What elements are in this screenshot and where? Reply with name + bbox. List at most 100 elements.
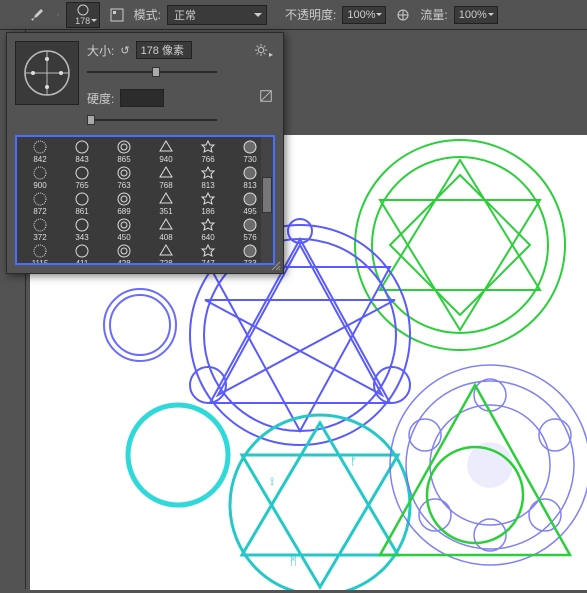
opacity-label: 不透明度: <box>285 6 336 23</box>
brush-thumb[interactable]: 940 <box>145 139 187 165</box>
brush-size-indicator: 178 <box>75 17 90 26</box>
resize-grip[interactable] <box>271 261 281 271</box>
brush-shape-icon <box>74 3 92 17</box>
brush-thumb-size: 428 <box>117 259 130 265</box>
size-slider[interactable] <box>87 65 217 79</box>
brush-thumb[interactable]: 411 <box>61 243 103 265</box>
separator: · <box>56 9 60 21</box>
brush-thumb[interactable]: 640 <box>187 217 229 243</box>
brush-thumb-size: 689 <box>117 207 130 217</box>
brush-thumb[interactable]: 186 <box>187 191 229 217</box>
scrollbar-thumb[interactable] <box>262 177 272 213</box>
hardness-label: 硬度: <box>87 90 114 107</box>
brush-thumb[interactable]: 768 <box>145 165 187 191</box>
brush-thumb[interactable]: 1115 <box>19 243 61 265</box>
brush-thumb-icon <box>114 217 134 233</box>
brush-tool-icon[interactable] <box>28 4 50 26</box>
brush-thumb-icon <box>114 191 134 207</box>
brush-thumb-icon <box>156 217 176 233</box>
options-bar: · 178 模式: 正常 不透明度: 100% 流量: 100% <box>0 0 587 30</box>
brush-thumb-icon <box>198 243 218 259</box>
brush-thumb[interactable]: 813 <box>187 165 229 191</box>
blend-mode-select[interactable]: 正常 <box>167 5 267 25</box>
blend-mode-value: 正常 <box>174 7 196 23</box>
opacity-input[interactable]: 100% <box>342 6 386 24</box>
flow-value: 100% <box>459 9 487 21</box>
brush-thumb[interactable]: 872 <box>19 191 61 217</box>
brush-thumb-icon <box>72 139 92 155</box>
brush-thumb-size: 186 <box>201 207 214 217</box>
opacity-value: 100% <box>347 9 375 21</box>
brush-thumb-size: 576 <box>243 233 256 243</box>
brush-thumb-icon <box>156 165 176 181</box>
pressure-opacity-icon[interactable] <box>392 4 414 26</box>
brush-thumb[interactable]: 861 <box>61 191 103 217</box>
brush-thumb-icon <box>30 217 50 233</box>
new-preset-icon[interactable] <box>259 89 273 106</box>
brush-thumb-size: 450 <box>117 233 130 243</box>
brush-thumb[interactable]: 842 <box>19 139 61 165</box>
size-value: 178 像素 <box>141 42 184 58</box>
brush-thumb[interactable]: 351 <box>145 191 187 217</box>
brush-panel-toggle-icon[interactable] <box>106 4 128 26</box>
hardness-slider[interactable] <box>87 113 217 127</box>
brush-thumb[interactable]: 766 <box>187 139 229 165</box>
brush-thumb-size: 733 <box>243 259 256 265</box>
brush-preview <box>15 41 79 105</box>
brush-thumb[interactable]: 765 <box>61 165 103 191</box>
brush-preset-panel: 大小: ↺ 178 像素 硬度: ▸ 842 843 865 940 766 730 900… <box>6 32 284 274</box>
brush-thumb-size: 747 <box>201 259 214 265</box>
brush-thumb-size: 843 <box>75 155 88 165</box>
brush-thumb-icon <box>156 191 176 207</box>
brush-thumb[interactable]: 728 <box>145 243 187 265</box>
size-input[interactable]: 178 像素 <box>136 41 192 59</box>
brush-thumb[interactable]: 450 <box>103 217 145 243</box>
brush-thumb[interactable]: 428 <box>103 243 145 265</box>
brush-thumb-size: 351 <box>159 207 172 217</box>
svg-text:ᚠ: ᚠ <box>350 456 357 468</box>
svg-text:⟟: ⟟ <box>270 476 274 488</box>
brush-thumb[interactable]: 763 <box>103 165 145 191</box>
size-label: 大小: <box>87 42 114 59</box>
brush-thumb-icon <box>198 191 218 207</box>
hardness-input[interactable] <box>120 89 164 107</box>
brush-thumb-size: 408 <box>159 233 172 243</box>
brush-thumb-size: 343 <box>75 233 88 243</box>
brush-thumb-size: 872 <box>33 207 46 217</box>
brush-thumb-size: 765 <box>75 181 88 191</box>
brush-thumb-icon <box>240 139 260 155</box>
brush-thumb-size: 728 <box>159 259 172 265</box>
brush-grid: 842 843 865 940 766 730 900 765 763 768 813 813 872 8… <box>15 135 275 265</box>
brush-thumb-icon <box>30 191 50 207</box>
flow-label: 流量: <box>420 6 447 23</box>
grid-scrollbar[interactable] <box>261 137 273 263</box>
brush-thumb-size: 865 <box>117 155 130 165</box>
brush-thumb-size: 495 <box>243 207 256 217</box>
brush-thumb[interactable]: 747 <box>187 243 229 265</box>
brush-thumb[interactable]: 689 <box>103 191 145 217</box>
brush-thumb[interactable]: 372 <box>19 217 61 243</box>
brush-thumb[interactable]: 865 <box>103 139 145 165</box>
brush-thumb-icon <box>114 165 134 181</box>
brush-thumb-icon <box>30 165 50 181</box>
brush-thumb[interactable]: 900 <box>19 165 61 191</box>
brush-thumb-icon <box>156 243 176 259</box>
brush-thumb-icon <box>72 217 92 233</box>
flow-input[interactable]: 100% <box>454 6 498 24</box>
brush-thumb-size: 766 <box>201 155 214 165</box>
brush-thumb-size: 813 <box>243 181 256 191</box>
brush-thumb-size: 730 <box>243 155 256 165</box>
reset-size-icon[interactable]: ↺ <box>120 44 129 57</box>
brush-thumb[interactable]: 843 <box>61 139 103 165</box>
panel-menu-icon[interactable]: ▸ <box>254 43 273 60</box>
brush-preset-picker[interactable]: 178 <box>66 2 100 28</box>
brush-thumb[interactable]: 343 <box>61 217 103 243</box>
mode-label: 模式: <box>134 6 161 23</box>
brush-thumb-icon <box>30 243 50 259</box>
brush-thumb-icon <box>114 139 134 155</box>
brush-thumb-size: 768 <box>159 181 172 191</box>
svg-text:ᛗ: ᛗ <box>290 556 297 568</box>
brush-thumb-icon <box>240 217 260 233</box>
brush-thumb-icon <box>240 165 260 181</box>
brush-thumb[interactable]: 408 <box>145 217 187 243</box>
